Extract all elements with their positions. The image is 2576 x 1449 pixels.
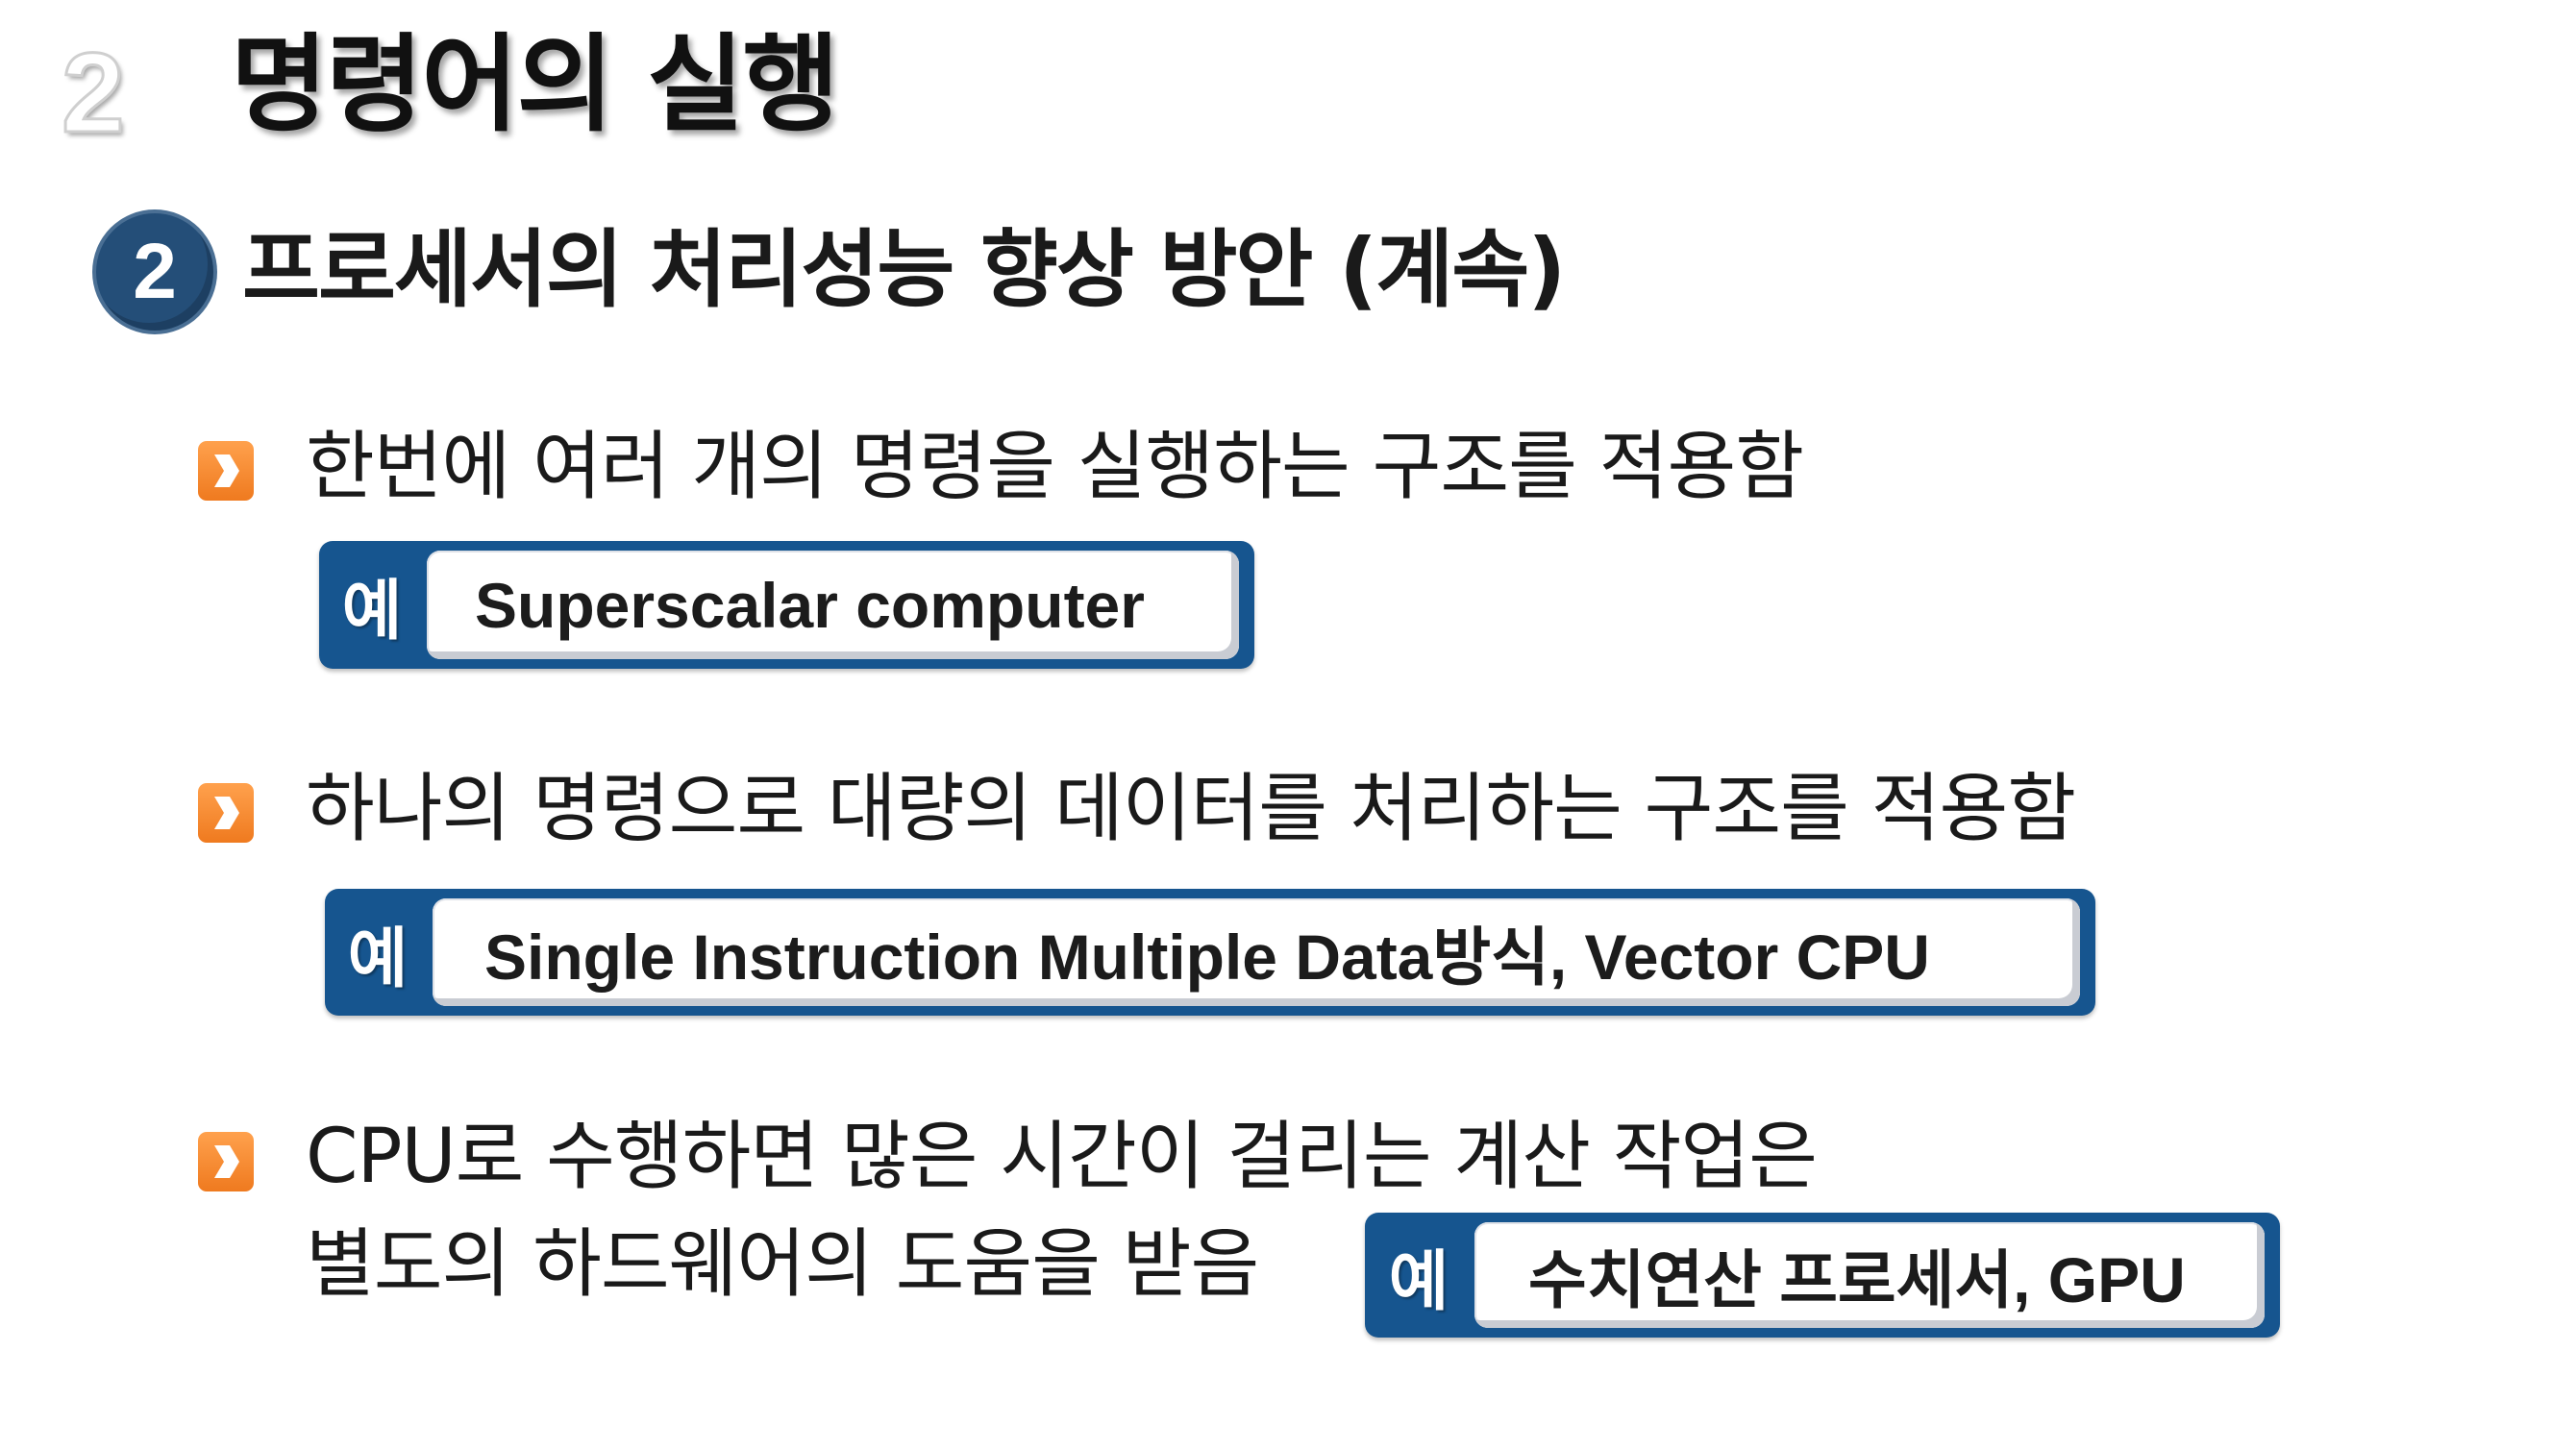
example-text-3: 수치연산 프로세서, GPU xyxy=(1474,1222,2265,1328)
chevron-right-icon xyxy=(198,783,254,843)
example-text-2: Single Instruction Multiple Data방식, Vect… xyxy=(433,898,2080,1006)
bullet-text-3-line-1: CPU로 수행하면 많은 시간이 걸리는 계산 작업은 xyxy=(306,1114,1818,1200)
chevron-right-icon xyxy=(198,1132,254,1191)
bullet-text-2: 하나의 명령으로 대량의 데이터를 처리하는 구조를 적용함 xyxy=(306,766,2076,852)
page-title: 명령어의 실행 xyxy=(231,23,839,146)
chevron-right-icon xyxy=(198,441,254,501)
example-box-1: 예 Superscalar computer xyxy=(319,541,1254,669)
chapter-number: 2 xyxy=(61,30,127,157)
example-text-1: Superscalar computer xyxy=(427,551,1239,659)
bullet-text-3-line-2: 별도의 하드웨어의 도움을 받음 xyxy=(306,1221,1259,1308)
example-box-2: 예 Single Instruction Multiple Data방식, Ve… xyxy=(325,889,2095,1016)
section-number-badge: 2 xyxy=(96,213,213,331)
example-tag: 예 xyxy=(341,574,403,650)
example-tag: 예 xyxy=(1388,1243,1449,1320)
bullet-text-1: 한번에 여러 개의 명령을 실행하는 구조를 적용함 xyxy=(306,424,1804,510)
example-tag: 예 xyxy=(347,921,409,997)
section-title: 프로세서의 처리성능 향상 방안 (계속) xyxy=(242,220,1566,319)
example-box-3: 예 수치연산 프로세서, GPU xyxy=(1365,1213,2280,1338)
